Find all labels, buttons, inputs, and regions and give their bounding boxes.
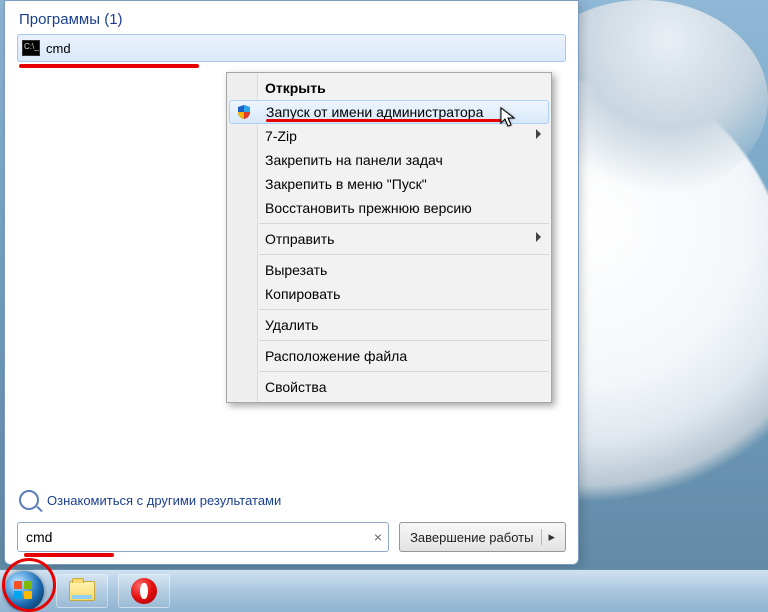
ctx-open[interactable]: Открыть xyxy=(227,76,551,100)
ctx-pin-start[interactable]: Закрепить в меню "Пуск" xyxy=(227,172,551,196)
search-input[interactable] xyxy=(24,528,374,546)
ctx-send-to-label: Отправить xyxy=(265,231,334,247)
see-more-results[interactable]: Ознакомиться с другими результатами xyxy=(19,490,566,510)
ctx-7zip[interactable]: 7-Zip xyxy=(227,124,551,148)
opera-icon xyxy=(131,578,157,604)
ctx-pin-start-label: Закрепить в меню "Пуск" xyxy=(265,176,427,192)
ctx-open-location[interactable]: Расположение файла xyxy=(227,344,551,368)
ctx-delete[interactable]: Удалить xyxy=(227,313,551,337)
ctx-copy[interactable]: Копировать xyxy=(227,282,551,306)
start-search-box[interactable]: × xyxy=(17,522,389,552)
taskbar xyxy=(0,569,768,612)
shutdown-button[interactable]: Завершение работы ▸ xyxy=(399,522,566,552)
cmd-icon xyxy=(22,40,40,56)
start-button[interactable] xyxy=(4,571,44,611)
ctx-separator xyxy=(259,309,549,310)
see-more-results-label: Ознакомиться с другими результатами xyxy=(47,493,281,508)
ctx-delete-label: Удалить xyxy=(265,317,318,333)
ctx-separator xyxy=(259,223,549,224)
windows-logo-icon xyxy=(14,581,34,601)
ctx-open-label: Открыть xyxy=(265,80,326,96)
ctx-copy-label: Копировать xyxy=(265,286,340,302)
programs-header: Программы (1) xyxy=(19,11,566,28)
search-result-label: cmd xyxy=(46,41,71,56)
ctx-open-location-label: Расположение файла xyxy=(265,348,407,364)
ctx-cut[interactable]: Вырезать xyxy=(227,258,551,282)
uac-shield-icon xyxy=(236,104,252,120)
ctx-pin-taskbar-label: Закрепить на панели задач xyxy=(265,152,443,168)
ctx-separator xyxy=(259,371,549,372)
search-icon xyxy=(19,490,39,510)
search-result-cmd[interactable]: cmd xyxy=(17,34,566,62)
explorer-icon xyxy=(69,581,95,601)
ctx-run-as-admin[interactable]: Запуск от имени администратора xyxy=(229,100,549,124)
context-menu: Открыть Запуск от имени администратора 7… xyxy=(226,72,552,403)
ctx-send-to[interactable]: Отправить xyxy=(227,227,551,251)
ctx-separator xyxy=(259,340,549,341)
ctx-7zip-label: 7-Zip xyxy=(265,128,297,144)
ctx-restore-prev[interactable]: Восстановить прежнюю версию xyxy=(227,196,551,220)
shutdown-options-arrow[interactable]: ▸ xyxy=(541,529,561,545)
ctx-run-as-admin-label: Запуск от имени администратора xyxy=(266,104,483,120)
taskbar-explorer[interactable] xyxy=(56,574,108,608)
taskbar-opera[interactable] xyxy=(118,574,170,608)
ctx-properties-label: Свойства xyxy=(265,379,326,395)
shutdown-label: Завершение работы xyxy=(410,530,533,545)
clear-search-icon[interactable]: × xyxy=(374,529,382,545)
annotation-underline-search xyxy=(24,553,114,557)
submenu-arrow-icon xyxy=(536,232,541,242)
annotation-underline-admin xyxy=(266,119,502,122)
ctx-cut-label: Вырезать xyxy=(265,262,327,278)
submenu-arrow-icon xyxy=(536,129,541,139)
ctx-properties[interactable]: Свойства xyxy=(227,375,551,399)
ctx-pin-taskbar[interactable]: Закрепить на панели задач xyxy=(227,148,551,172)
ctx-restore-prev-label: Восстановить прежнюю версию xyxy=(265,200,472,216)
ctx-separator xyxy=(259,254,549,255)
